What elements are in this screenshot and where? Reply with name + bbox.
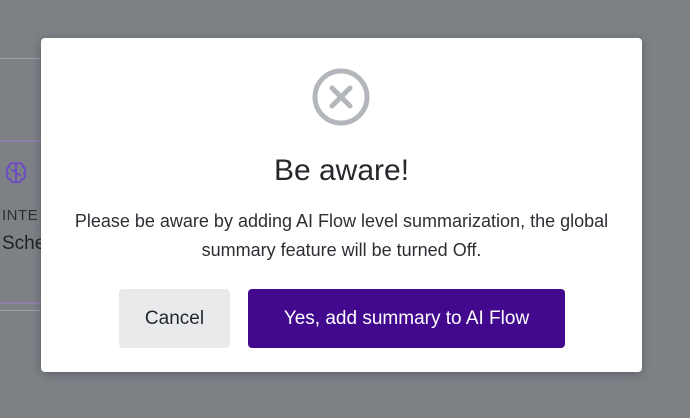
confirmation-dialog: Be aware! Please be aware by adding AI F… xyxy=(41,38,642,372)
background-divider xyxy=(0,58,40,59)
close-circle-icon xyxy=(312,68,370,126)
confirm-add-summary-button[interactable]: Yes, add summary to AI Flow xyxy=(248,289,565,348)
background-card-value: Sche xyxy=(2,233,46,254)
background-card-label: INTE xyxy=(2,207,39,224)
dialog-message: Please be aware by adding AI Flow level … xyxy=(74,211,609,260)
cancel-button[interactable]: Cancel xyxy=(119,289,230,348)
background-divider xyxy=(0,310,40,311)
brain-icon xyxy=(5,162,27,184)
dialog-title: Be aware! xyxy=(273,154,410,187)
